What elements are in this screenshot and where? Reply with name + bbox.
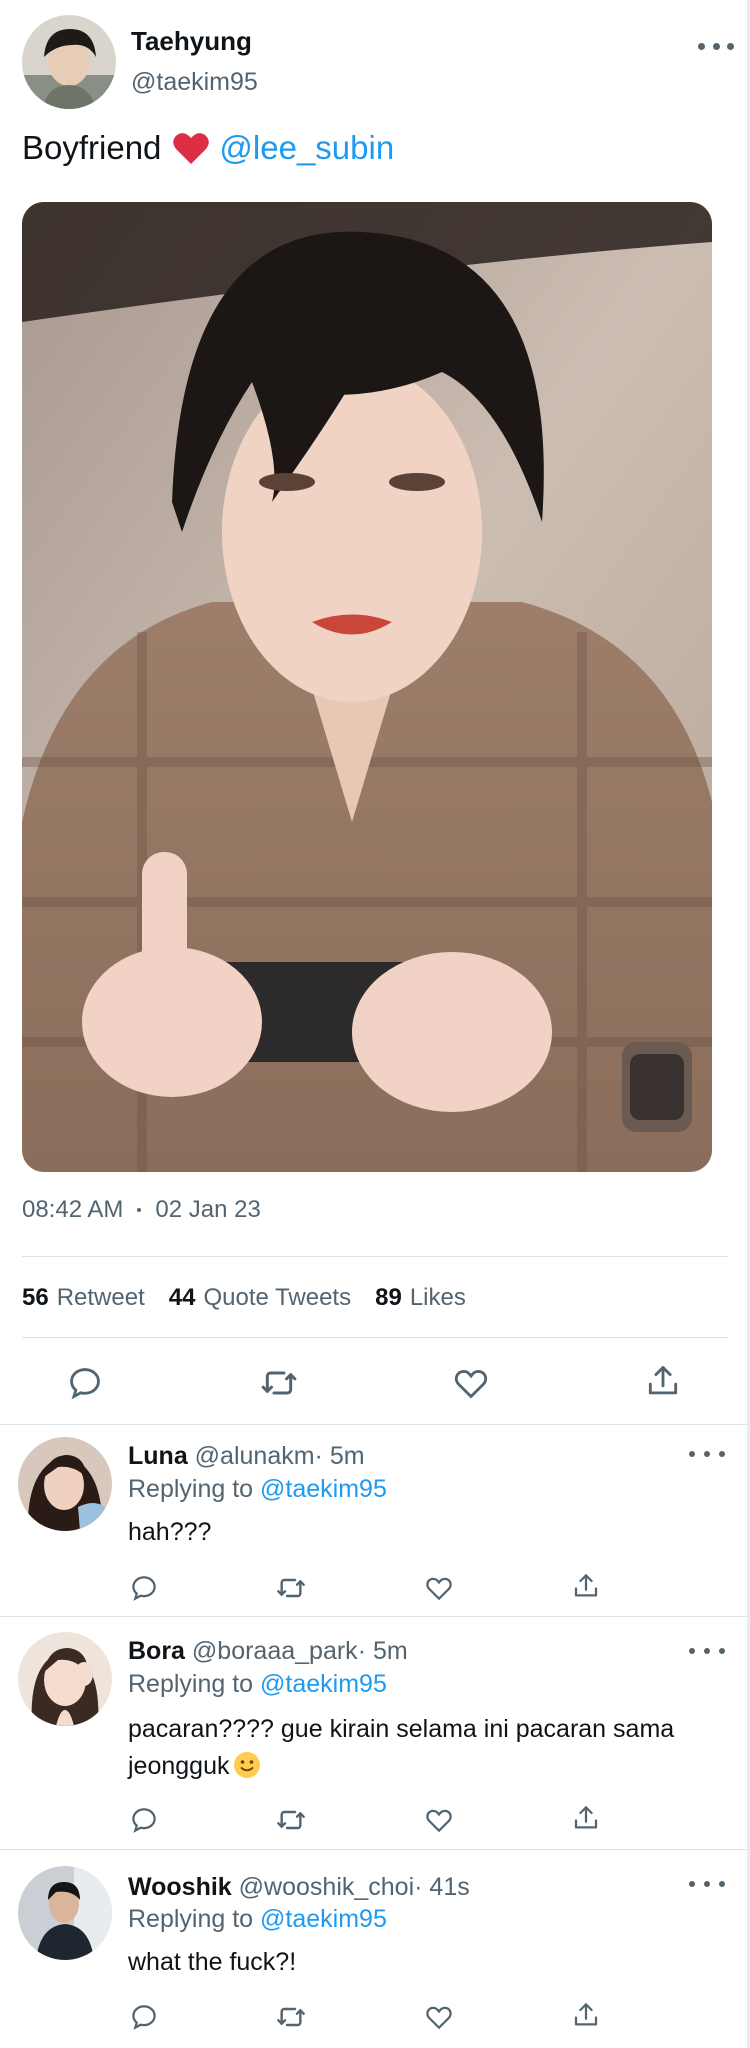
share-icon[interactable] (568, 1997, 604, 2033)
author-handle[interactable]: @taekim95 (131, 68, 258, 97)
replying-to: Replying to @taekim95 (128, 1905, 387, 1934)
reply-header: Luna @alunakm· 5m (128, 1442, 365, 1471)
retweets-count: 56 (22, 1284, 49, 1311)
quotes-label: Quote Tweets (203, 1284, 352, 1311)
tweet-timestamp: 08:42 AM 02 Jan 23 (22, 1196, 261, 1224)
share-icon[interactable] (568, 1800, 604, 1836)
reply-separator: · (357, 1637, 367, 1665)
reply-separator: · (414, 1873, 423, 1901)
author-name[interactable]: Taehyung (131, 26, 252, 57)
reply-text: hah??? (128, 1518, 212, 1546)
tweet-mention-link[interactable]: @lee_subin (219, 129, 394, 167)
more-icon[interactable] (689, 1641, 725, 1661)
retweet-icon[interactable] (273, 1570, 309, 1606)
reply-icon[interactable] (126, 1802, 162, 1838)
tweet-date: 02 Jan 23 (155, 1196, 261, 1223)
red-heart-emoji-icon (171, 128, 211, 168)
tweet-time: 08:42 AM (22, 1196, 124, 1223)
reply-text: pacaran???? gue kirain selama ini pacara… (128, 1715, 675, 1780)
reply-header: Wooshik @wooshik_choi· 41s (128, 1873, 470, 1902)
divider (22, 1337, 728, 1338)
more-icon[interactable] (689, 1444, 725, 1464)
avatar[interactable] (18, 1866, 112, 1960)
reply-time: 5m (329, 1442, 365, 1470)
reply-icon[interactable] (62, 1360, 108, 1406)
avatar[interactable] (18, 1632, 112, 1726)
divider (0, 1616, 747, 1617)
tweet-stats: 56 Retweet 44 Quote Tweets 89 Likes (22, 1284, 466, 1312)
reply-author-handle[interactable]: @wooshik_choi (239, 1873, 414, 1901)
tweet-photo[interactable] (22, 202, 712, 1172)
replying-to-link[interactable]: @taekim95 (260, 1475, 387, 1503)
tweet-text-body: Boyfriend (22, 129, 162, 166)
reply-author-handle[interactable]: @alunakm (195, 1442, 315, 1470)
replying-to-link[interactable]: @taekim95 (260, 1670, 387, 1698)
replying-label: Replying to (128, 1905, 254, 1933)
reply-author-name[interactable]: Bora (128, 1637, 185, 1665)
replying-to: Replying to @taekim95 (128, 1670, 387, 1699)
likes-stat[interactable]: 89 Likes (375, 1284, 466, 1312)
retweet-icon[interactable] (273, 1802, 309, 1838)
like-icon[interactable] (421, 1570, 457, 1606)
retweets-label: Retweet (56, 1284, 145, 1311)
reply-separator: · (314, 1442, 323, 1470)
retweets-stat[interactable]: 56 Retweet (22, 1284, 145, 1312)
like-icon[interactable] (421, 1999, 457, 2035)
replying-to: Replying to @taekim95 (128, 1475, 387, 1504)
like-icon[interactable] (421, 1802, 457, 1838)
slightly-smiling-face-emoji-icon (233, 1751, 261, 1779)
author-avatar[interactable] (22, 15, 116, 109)
replying-label: Replying to (128, 1670, 254, 1698)
share-icon[interactable] (640, 1358, 686, 1404)
reply-text: what the fuck?! (128, 1948, 297, 1976)
share-icon[interactable] (568, 1568, 604, 1604)
reply-header: Bora @boraaa_park· 5m (128, 1637, 408, 1666)
reply-time: 5m (372, 1637, 408, 1665)
divider (22, 1256, 728, 1257)
divider (0, 1424, 747, 1425)
meta-separator-dot (137, 1208, 142, 1212)
reply-author-name[interactable]: Wooshik (128, 1873, 232, 1901)
retweet-icon[interactable] (273, 1999, 309, 2035)
reply-author-handle[interactable]: @boraaa_park (192, 1637, 358, 1665)
tweet-text: Boyfriend @lee_subin (22, 128, 394, 168)
retweet-icon[interactable] (256, 1360, 302, 1406)
reply-icon[interactable] (126, 1999, 162, 2035)
reply-icon[interactable] (126, 1570, 162, 1606)
more-icon[interactable] (689, 1874, 725, 1894)
avatar[interactable] (18, 1437, 112, 1531)
replying-to-link[interactable]: @taekim95 (260, 1905, 387, 1933)
divider (0, 1849, 747, 1850)
reply-time: 41s (429, 1873, 470, 1901)
more-icon[interactable] (698, 36, 734, 56)
likes-label: Likes (409, 1284, 466, 1311)
quotes-stat[interactable]: 44 Quote Tweets (169, 1284, 351, 1312)
replying-label: Replying to (128, 1475, 254, 1503)
reply-text-container: pacaran???? gue kirain selama ini pacara… (128, 1711, 708, 1785)
quotes-count: 44 (168, 1284, 196, 1311)
likes-count: 89 (375, 1284, 402, 1311)
reply-author-name[interactable]: Luna (128, 1442, 188, 1470)
like-icon[interactable] (448, 1360, 494, 1406)
